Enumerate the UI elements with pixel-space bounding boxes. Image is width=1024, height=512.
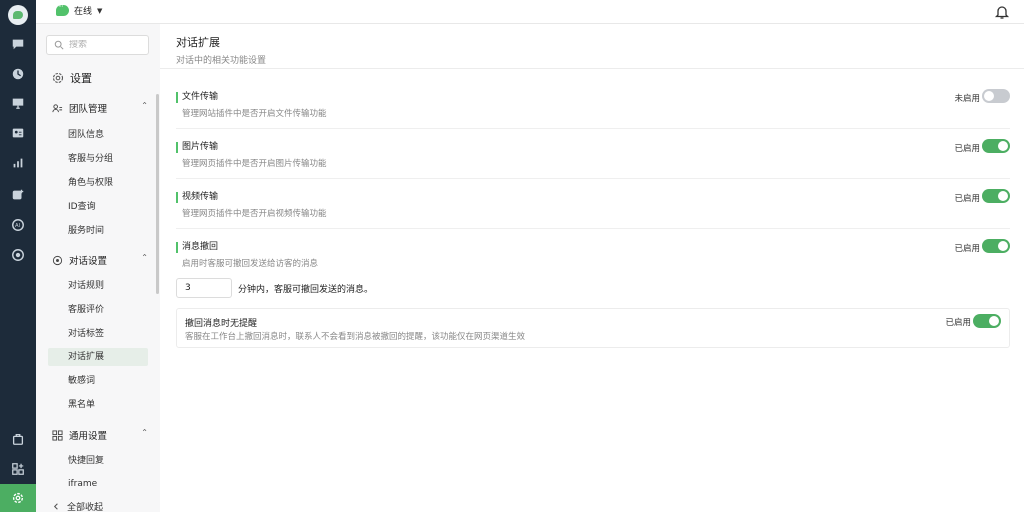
online-status-icon <box>56 2 69 16</box>
sidebar-item-sensitive-words[interactable]: 敏感词 <box>48 372 148 390</box>
svg-text:AI: AI <box>15 223 21 229</box>
sidebar-item-roles[interactable]: 角色与权限 <box>48 174 148 192</box>
sidebar-item-agent-rating[interactable]: 客服评价 <box>48 301 148 319</box>
divider <box>176 178 1010 179</box>
status-dropdown[interactable]: 在线 ▼ <box>56 2 103 17</box>
divider <box>176 228 1010 229</box>
sidebar-item-agents-groups[interactable]: 客服与分组 <box>48 150 148 168</box>
sidebar-item-id-query[interactable]: ID查询 <box>48 198 148 216</box>
setting-description: 客服在工作台上撤回消息时，联系人不会看到消息被撤回的提醒，该功能仅在网页渠道生效 <box>185 332 526 342</box>
setting-file-transfer: 文件传输 管理网站插件中是否开启文件传输功能 未启用 <box>176 89 1010 119</box>
icon-rail: AI <box>0 0 36 512</box>
file-transfer-toggle[interactable] <box>982 89 1010 103</box>
sidebar-item-iframe[interactable]: iframe <box>48 475 148 493</box>
main-panel: 对话扩展 对话中的相关功能设置 文件传输 管理网站插件中是否开启文件传输功能 未… <box>160 24 1024 512</box>
history-icon[interactable] <box>0 61 36 87</box>
sidebar-item-conversation-tags[interactable]: 对话标签 <box>48 325 148 343</box>
search-input[interactable] <box>69 40 139 50</box>
setting-description: 管理网站插件中是否开启文件传输功能 <box>182 109 327 119</box>
grid-icon <box>52 429 63 441</box>
page-header: 对话扩展 对话中的相关功能设置 <box>176 34 266 66</box>
app-logo[interactable] <box>8 5 28 25</box>
search-icon <box>54 40 64 50</box>
ticket-icon[interactable] <box>0 182 36 208</box>
bell-icon[interactable] <box>994 4 1010 20</box>
chevron-up-icon: ⌃ <box>141 101 148 110</box>
setting-title: 文件传输 <box>176 92 1010 103</box>
gear-icon <box>52 72 64 84</box>
sidebar-item-quick-reply[interactable]: 快捷回复 <box>48 452 148 470</box>
page-title: 对话扩展 <box>176 36 220 49</box>
recall-minutes: 分钟内，客服可撤回发送的消息。 <box>176 278 373 298</box>
page-subtitle: 对话中的相关功能设置 <box>176 56 267 66</box>
setting-state: 已启用 <box>954 194 980 204</box>
setting-title: 视频传输 <box>176 192 1010 203</box>
group-label: 团队管理 <box>69 104 108 115</box>
status-label: 在线 <box>74 7 93 17</box>
sidebar-item-blacklist[interactable]: 黑名单 <box>48 396 148 414</box>
sidebar-item-service-hours[interactable]: 服务时间 <box>48 222 148 240</box>
collapse-icon <box>53 503 58 510</box>
setting-message-recall: 消息撤回 启用时客服可撤回发送给访客的消息 已启用 <box>176 239 1010 269</box>
contacts-icon[interactable] <box>0 120 36 146</box>
setting-state: 未启用 <box>954 94 980 104</box>
video-transfer-toggle[interactable] <box>982 189 1010 203</box>
target-icon[interactable] <box>0 242 36 268</box>
caret-down-icon: ▼ <box>97 6 103 15</box>
recall-minutes-suffix: 分钟内，客服可撤回发送的消息。 <box>238 284 374 295</box>
sidebar-item-conversation-extension[interactable]: 对话扩展 <box>48 348 148 366</box>
image-transfer-toggle[interactable] <box>982 139 1010 153</box>
setting-video-transfer: 视频传输 管理网页插件中是否开启视频传输功能 已启用 <box>176 189 1010 219</box>
setting-title: 图片传输 <box>176 142 1010 153</box>
sidebar-item-conversation-rules[interactable]: 对话规则 <box>48 277 148 295</box>
setting-state: 已启用 <box>945 318 971 328</box>
monitor-icon[interactable] <box>0 90 36 116</box>
settings-sidebar: 设置 团队管理 ⌃ 团队信息 客服与分组 角色与权限 ID查询 服务时间 对话设… <box>36 24 160 512</box>
divider <box>176 128 1010 129</box>
group-label: 对话设置 <box>69 256 108 267</box>
silent-recall-card: 撤回消息时无提醒 客服在工作台上撤回消息时，联系人不会看到消息被撤回的提醒，该功… <box>176 308 1010 348</box>
team-icon <box>52 103 63 112</box>
silent-recall-toggle[interactable] <box>973 314 1001 328</box>
setting-description: 管理网页插件中是否开启图片传输功能 <box>182 159 327 169</box>
collapse-all-button[interactable]: 全部收起 <box>52 500 103 512</box>
group-general-settings[interactable]: 通用设置 ⌃ <box>52 428 148 442</box>
setting-title: 消息撤回 <box>176 242 1010 253</box>
group-label: 通用设置 <box>69 431 108 442</box>
apps-icon[interactable] <box>0 456 36 482</box>
setting-image-transfer: 图片传输 管理网页插件中是否开启图片传输功能 已启用 <box>176 139 1010 169</box>
message-recall-toggle[interactable] <box>982 239 1010 253</box>
settings-gear-icon[interactable] <box>0 484 36 512</box>
setting-description: 启用时客服可撤回发送给访客的消息 <box>182 259 319 269</box>
group-conversation-settings[interactable]: 对话设置 ⌃ <box>52 253 148 267</box>
group-team-management[interactable]: 团队管理 ⌃ <box>52 101 148 115</box>
recall-minutes-input[interactable] <box>176 278 232 298</box>
ai-icon[interactable]: AI <box>0 212 36 238</box>
sidebar-scrollbar[interactable] <box>156 94 159 294</box>
setting-description: 管理网页插件中是否开启视频传输功能 <box>182 209 327 219</box>
setting-state: 已启用 <box>954 144 980 154</box>
bag-icon[interactable] <box>0 426 36 452</box>
conversation-icon <box>52 255 63 265</box>
sidebar-item-team-info[interactable]: 团队信息 <box>48 126 148 144</box>
settings-title: 设置 <box>52 70 92 86</box>
chevron-up-icon: ⌃ <box>141 428 148 437</box>
setting-title: 撤回消息时无提醒 <box>185 319 258 329</box>
search-box[interactable] <box>46 35 149 55</box>
setting-state: 已启用 <box>954 244 980 254</box>
divider <box>160 68 1024 69</box>
top-bar: 在线 ▼ <box>36 0 1024 24</box>
chat-icon[interactable] <box>0 31 36 57</box>
stats-icon[interactable] <box>0 150 36 176</box>
chevron-up-icon: ⌃ <box>141 253 148 262</box>
